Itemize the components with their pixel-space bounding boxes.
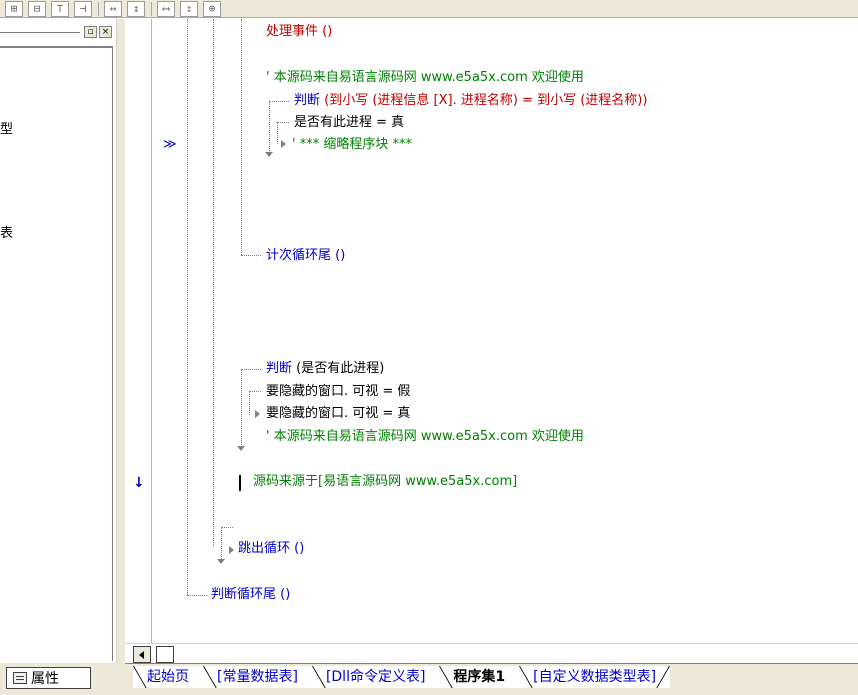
code-line-assign[interactable]: 是否有此进程 = 真 [294, 115, 404, 131]
horizontal-scrollbar[interactable] [125, 643, 858, 663]
inner-loop-guide [213, 19, 214, 547]
tab-custom-types[interactable]: [自定义数据类型表] [519, 666, 671, 688]
code-line-loop-end[interactable]: 计次循环尾 () [266, 248, 345, 264]
tab-label: [自定义数据类型表] [533, 669, 657, 685]
properties-tab[interactable]: 属性 [6, 667, 91, 689]
panel-tree[interactable]: 型 表 [0, 46, 113, 661]
document-tabbar: 起始页 [常量数据表] [Dll命令定义表] 程序集1 [自定义数据类型表] [125, 663, 858, 695]
break-guide [221, 527, 233, 528]
if-end-arrow [265, 152, 273, 157]
if-condition: (到小写 (进程信息 [X]. 进程名称) = 到小写 (进程名称)) [320, 93, 648, 108]
toolbar-separator [151, 1, 152, 16]
if2-end-arrow [237, 446, 245, 451]
restore-icon[interactable]: ▫ [84, 26, 97, 38]
same-width-icon[interactable]: ⟷ [157, 0, 175, 17]
code-line-assign[interactable]: 要隐藏的窗口. 可视 = 真 [266, 406, 410, 422]
same-height-icon[interactable]: ⇕ [180, 0, 198, 17]
code-line-assign[interactable]: 要隐藏的窗口. 可视 = 假 [266, 384, 410, 400]
if2-guide [241, 369, 261, 370]
space-horizontal-icon[interactable]: ↔ [104, 0, 122, 17]
if-else-arrow [281, 140, 286, 148]
tab-program-set[interactable]: 程序集1 [439, 666, 520, 688]
tab-dll-commands[interactable]: [Dll命令定义表] [311, 666, 440, 688]
if2-guide [241, 369, 242, 447]
tree-item-fragment[interactable]: 表 [0, 222, 13, 241]
tree-item-fragment[interactable]: 型 [0, 118, 13, 137]
outer-loop-guide [187, 19, 188, 595]
if2-branch-guide [249, 391, 261, 392]
scroll-thumb[interactable] [156, 646, 174, 663]
properties-icon [13, 672, 27, 684]
properties-tab-label: 属性 [31, 671, 59, 687]
code-line-comment[interactable]: ' 本源码来自易语言源码网 www.e5a5x.com 欢迎使用 [266, 70, 584, 86]
break-arrow [229, 546, 234, 554]
code-line-omitted-block[interactable]: ' *** 缩略程序块 *** [292, 137, 412, 153]
if-guide [269, 101, 289, 102]
gutter-border [151, 19, 152, 643]
align-top-icon[interactable]: ⊤ [51, 0, 69, 17]
text-caret [239, 475, 241, 491]
break-guide [221, 527, 222, 561]
break-end-arrow [217, 559, 225, 564]
if2-branch-guide [249, 391, 250, 415]
align-right-icon[interactable]: ⊣ [74, 0, 92, 17]
if-condition: (是否有此进程) [292, 361, 385, 376]
tab-label: 程序集1 [453, 669, 506, 685]
tab-constants[interactable]: [常量数据表] [203, 666, 312, 688]
alignment-toolbar: ⊞ ⊟ ⊤ ⊣ ↔ ↕ ⟷ ⇕ ⊕ [0, 0, 858, 18]
tab-start-page[interactable]: 起始页 [133, 666, 203, 688]
document-tabs: 起始页 [常量数据表] [Dll命令定义表] 程序集1 [自定义数据类型表] [133, 666, 671, 688]
space-vertical-icon[interactable]: ↕ [127, 0, 145, 17]
align-left-icon[interactable]: ⊞ [5, 0, 23, 17]
same-size-icon[interactable]: ⊕ [203, 0, 221, 17]
if-guide [269, 101, 270, 153]
collapsed-block-marker[interactable]: ≫ [163, 137, 177, 152]
tab-label: 起始页 [147, 669, 189, 685]
counted-loop-guide [241, 19, 242, 255]
code-line-if-1[interactable]: 判断 (到小写 (进程信息 [X]. 进程名称) = 到小写 (进程名称)) [294, 93, 647, 109]
if-branch-guide [277, 122, 278, 144]
panel-grip[interactable] [0, 32, 80, 34]
outer-loop-end-guide [187, 595, 207, 596]
panel-tabbar: 属性 [0, 663, 125, 695]
code-line-break[interactable]: 跳出循环 () [238, 541, 304, 557]
code-line-source[interactable]: 源码来源于[易语言源码网 www.e5a5x.com] [253, 474, 517, 490]
keyword-judge: 判断 [266, 361, 293, 376]
code-line-if-2[interactable]: 判断 (是否有此进程) [266, 361, 384, 377]
code-line-event[interactable]: 处理事件 () [266, 24, 332, 40]
workspace-panel: ▫ × 型 表 [0, 19, 117, 663]
code-line-loop-end-outer[interactable]: 判断循环尾 () [211, 587, 290, 603]
current-line-arrow: ↓ [133, 475, 145, 491]
code-line-comment[interactable]: ' 本源码来自易语言源码网 www.e5a5x.com 欢迎使用 [266, 429, 584, 445]
tab-label: [Dll命令定义表] [325, 669, 426, 685]
scroll-left-button[interactable] [133, 646, 151, 663]
toolbar-separator [98, 1, 99, 16]
panel-splitter[interactable] [117, 19, 125, 695]
panel-header: ▫ × [0, 24, 117, 42]
code-editor[interactable]: ≫ ↓ 处理事件 () ' 本源码来自易语言源码网 www.e5a5x.com … [125, 19, 858, 643]
align-center-icon[interactable]: ⊟ [28, 0, 46, 17]
close-icon[interactable]: × [99, 26, 112, 38]
if-branch-guide [277, 122, 289, 123]
loop-end-guide [241, 255, 261, 256]
if2-else-arrow [255, 410, 260, 418]
tab-label: [常量数据表] [217, 669, 298, 685]
keyword-judge: 判断 [294, 93, 321, 108]
